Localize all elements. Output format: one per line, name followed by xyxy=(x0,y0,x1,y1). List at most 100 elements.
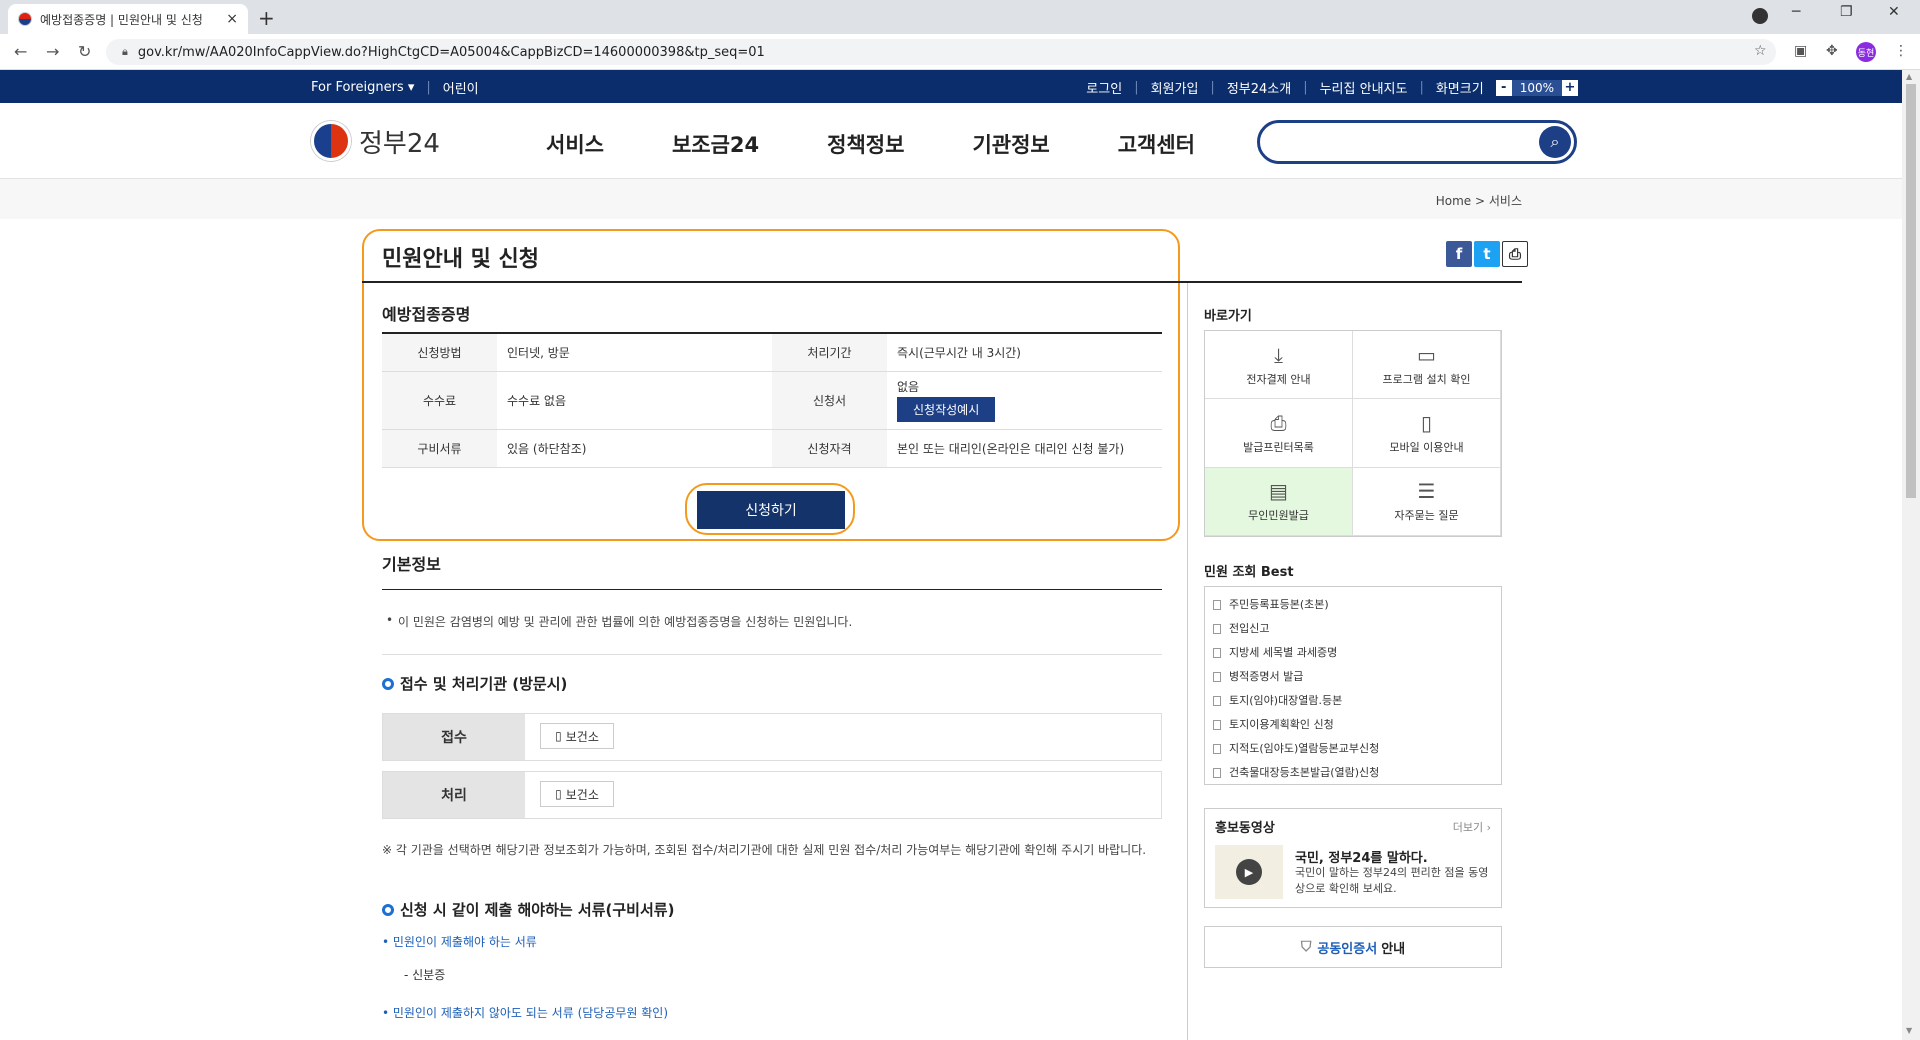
scroll-up-icon[interactable]: ▲ xyxy=(1906,72,1912,81)
quick-links-grid: ⤓ 전자결제 안내 ▭ 프로그램 설치 확인 ⎙ 발급프린터목록 ▯ 모바일 이… xyxy=(1204,330,1502,537)
info-value: 본인 또는 대리인(온라인은 대리인 신청 불가) xyxy=(887,429,1162,468)
list-item[interactable]: 전입신고 xyxy=(1213,617,1493,641)
nav-service[interactable]: 서비스 xyxy=(546,129,604,159)
quick-label: 무인민원발급 xyxy=(1248,509,1309,523)
promo-more-link[interactable]: 더보기 › xyxy=(1453,819,1491,835)
close-window-icon[interactable]: ✕ xyxy=(1888,4,1900,20)
tab-search-icon[interactable] xyxy=(1752,8,1768,24)
document-icon xyxy=(1213,672,1221,682)
nav-subsidy24[interactable]: 보조금24 xyxy=(672,129,759,159)
list-item-label: 건축물대장등초본발급(열람)신청 xyxy=(1229,766,1380,779)
login-link[interactable]: 로그인 xyxy=(1086,78,1122,97)
forward-icon[interactable]: → xyxy=(46,42,59,61)
twitter-share-icon[interactable]: t xyxy=(1474,241,1500,267)
process-label: 처리 xyxy=(383,772,525,818)
play-icon[interactable]: ▶ xyxy=(1236,859,1262,885)
page-scrollbar[interactable]: ▲ ▼ xyxy=(1902,70,1920,1040)
scroll-down-icon[interactable]: ▼ xyxy=(1906,1026,1912,1035)
reload-icon[interactable]: ↻ xyxy=(78,42,91,61)
new-tab-button[interactable]: + xyxy=(258,6,275,30)
bookmark-star-icon[interactable]: ☆ xyxy=(1754,43,1767,59)
breadcrumb-home[interactable]: Home xyxy=(1436,194,1471,208)
list-item[interactable]: 지적도(임야도)열람등본교부신청 xyxy=(1213,737,1493,761)
signup-link[interactable]: 회원가입 xyxy=(1151,78,1199,97)
zoom-in-button[interactable]: + xyxy=(1562,79,1578,96)
basic-info-description: 이 민원은 감염병의 예방 및 관리에 관한 법률에 의한 예방접종증명을 신청… xyxy=(386,613,852,630)
list-item-label: 병적증명서 발급 xyxy=(1229,670,1304,683)
facebook-share-icon[interactable]: f xyxy=(1446,241,1472,267)
for-foreigners-link[interactable]: For Foreigners ▾ xyxy=(311,80,414,95)
section-divider xyxy=(382,589,1162,590)
extension-icon[interactable]: ▣ xyxy=(1794,43,1807,59)
nav-agency[interactable]: 기관정보 xyxy=(972,129,1049,159)
restore-icon[interactable]: ❐ xyxy=(1840,4,1853,20)
main-navigation: 서비스 보조금24 정책정보 기관정보 고객센터 xyxy=(546,129,1263,159)
search-icon[interactable]: ⌕ xyxy=(1539,126,1571,158)
info-label: 처리기간 xyxy=(772,333,887,372)
intro-link[interactable]: 정부24소개 xyxy=(1227,78,1291,97)
certificate-guide-button[interactable]: ⛉ 공동인증서 안내 xyxy=(1204,926,1502,968)
quick-label: 모바일 이용안내 xyxy=(1389,440,1464,454)
breadcrumb-current[interactable]: 서비스 xyxy=(1489,194,1522,208)
print-icon[interactable]: ⎙ xyxy=(1502,241,1528,267)
required-doc-item: - 신분증 xyxy=(404,968,446,982)
best-list: 주민등록표등본(초본) 전입신고 지방세 세목별 과세증명 병적증명서 발급 토… xyxy=(1204,586,1502,785)
optional-docs-link[interactable]: • 민원인이 제출하지 않아도 되는 서류 (담당공무원 확인) xyxy=(382,1004,668,1021)
puzzle-icon[interactable]: ✥ xyxy=(1826,43,1838,59)
table-row: 수수료 수수료 없음 신청서 없음 신청작성예시 xyxy=(382,371,1162,430)
form-example-button[interactable]: 신청작성예시 xyxy=(897,397,996,422)
required-docs-link[interactable]: • 민원인이 제출해야 하는 서류 xyxy=(382,933,537,950)
quick-epayment[interactable]: ⤓ 전자결제 안내 xyxy=(1205,331,1353,400)
nav-customer-center[interactable]: 고객센터 xyxy=(1118,129,1195,159)
kids-link[interactable]: 어린이 xyxy=(443,78,479,97)
list-item[interactable]: 토지이용계획확인 신청 xyxy=(1213,713,1493,737)
quick-mobile-guide[interactable]: ▯ 모바일 이용안내 xyxy=(1353,399,1501,468)
docs-title: 신청 시 같이 제출 해야하는 서류(구비서류) xyxy=(382,899,674,920)
tab-close-icon[interactable]: × xyxy=(226,11,238,27)
quick-program-check[interactable]: ▭ 프로그램 설치 확인 xyxy=(1353,331,1501,400)
list-item[interactable]: 토지(임야)대장열람.등본 xyxy=(1213,689,1493,713)
reception-title: 접수 및 처리기관 (방문시) xyxy=(382,673,567,694)
process-org-button[interactable]: ▯ 보건소 xyxy=(540,781,614,807)
info-label: 신청방법 xyxy=(382,333,497,372)
best-title: 민원 조회 Best xyxy=(1204,565,1294,580)
menu-dots-icon[interactable]: ⋮ xyxy=(1894,43,1908,59)
minimize-icon[interactable]: ─ xyxy=(1792,4,1800,20)
profile-avatar[interactable]: 동현 xyxy=(1856,42,1876,62)
apply-button[interactable]: 신청하기 xyxy=(697,491,845,529)
quick-faq[interactable]: ☰ 자주묻는 질문 xyxy=(1353,467,1501,536)
list-item[interactable]: 지방세 세목별 과세증명 xyxy=(1213,641,1493,665)
reception-title-text: 접수 및 처리기관 (방문시) xyxy=(400,675,568,693)
browser-tab[interactable]: 예방접종증명 | 민원안내 및 신청 × xyxy=(8,4,248,34)
site-utility-bar: For Foreigners ▾ | 어린이 로그인 | 회원가입 | 정부24… xyxy=(0,70,1902,103)
info-value: 있음 (하단참조) xyxy=(497,429,772,468)
document-icon xyxy=(1213,720,1221,730)
address-bar[interactable]: 🔒︎ gov.kr/mw/AA020InfoCappView.do?HighCt… xyxy=(106,39,1776,65)
title-divider xyxy=(362,281,1522,283)
search-input[interactable]: ⌕ xyxy=(1257,120,1577,164)
list-item[interactable]: 주민등록표등본(초본) xyxy=(1213,593,1493,617)
reception-label: 접수 xyxy=(383,714,525,760)
site-logo[interactable]: 정부24 xyxy=(311,121,440,161)
browser-tab-bar: 예방접종증명 | 민원안내 및 신청 × + ─ ❐ ✕ xyxy=(0,0,1920,34)
quick-kiosk[interactable]: ▤ 무인민원발급 xyxy=(1205,467,1353,536)
quick-printer-list[interactable]: ⎙ 발급프린터목록 xyxy=(1205,399,1353,468)
video-thumbnail[interactable]: ▶ xyxy=(1215,845,1283,899)
promo-heading[interactable]: 국민, 정부24를 말하다. xyxy=(1295,847,1428,866)
breadcrumb: Home > 서비스 xyxy=(1436,192,1522,209)
zoom-value: 100% xyxy=(1511,79,1562,96)
taegeuk-emblem-icon xyxy=(311,121,351,161)
info-value: 인터넷, 방문 xyxy=(497,333,772,372)
quick-label: 전자결제 안내 xyxy=(1246,372,1311,386)
reception-org-button[interactable]: ▯ 보건소 xyxy=(540,723,614,749)
list-item-label: 지적도(임야도)열람등본교부신청 xyxy=(1229,742,1380,755)
site-header: 정부24 서비스 보조금24 정책정보 기관정보 고객센터 ⌕ xyxy=(0,103,1902,179)
zoom-out-button[interactable]: - xyxy=(1495,79,1512,96)
back-icon[interactable]: ← xyxy=(14,42,27,61)
circle-bullet-icon xyxy=(382,903,394,916)
sitemap-link[interactable]: 누리집 안내지도 xyxy=(1320,78,1408,97)
scrollbar-thumb[interactable] xyxy=(1906,84,1916,498)
list-item[interactable]: 건축물대장등초본발급(열람)신청 xyxy=(1213,761,1493,785)
nav-policy[interactable]: 정책정보 xyxy=(827,129,904,159)
list-item[interactable]: 병적증명서 발급 xyxy=(1213,665,1493,689)
